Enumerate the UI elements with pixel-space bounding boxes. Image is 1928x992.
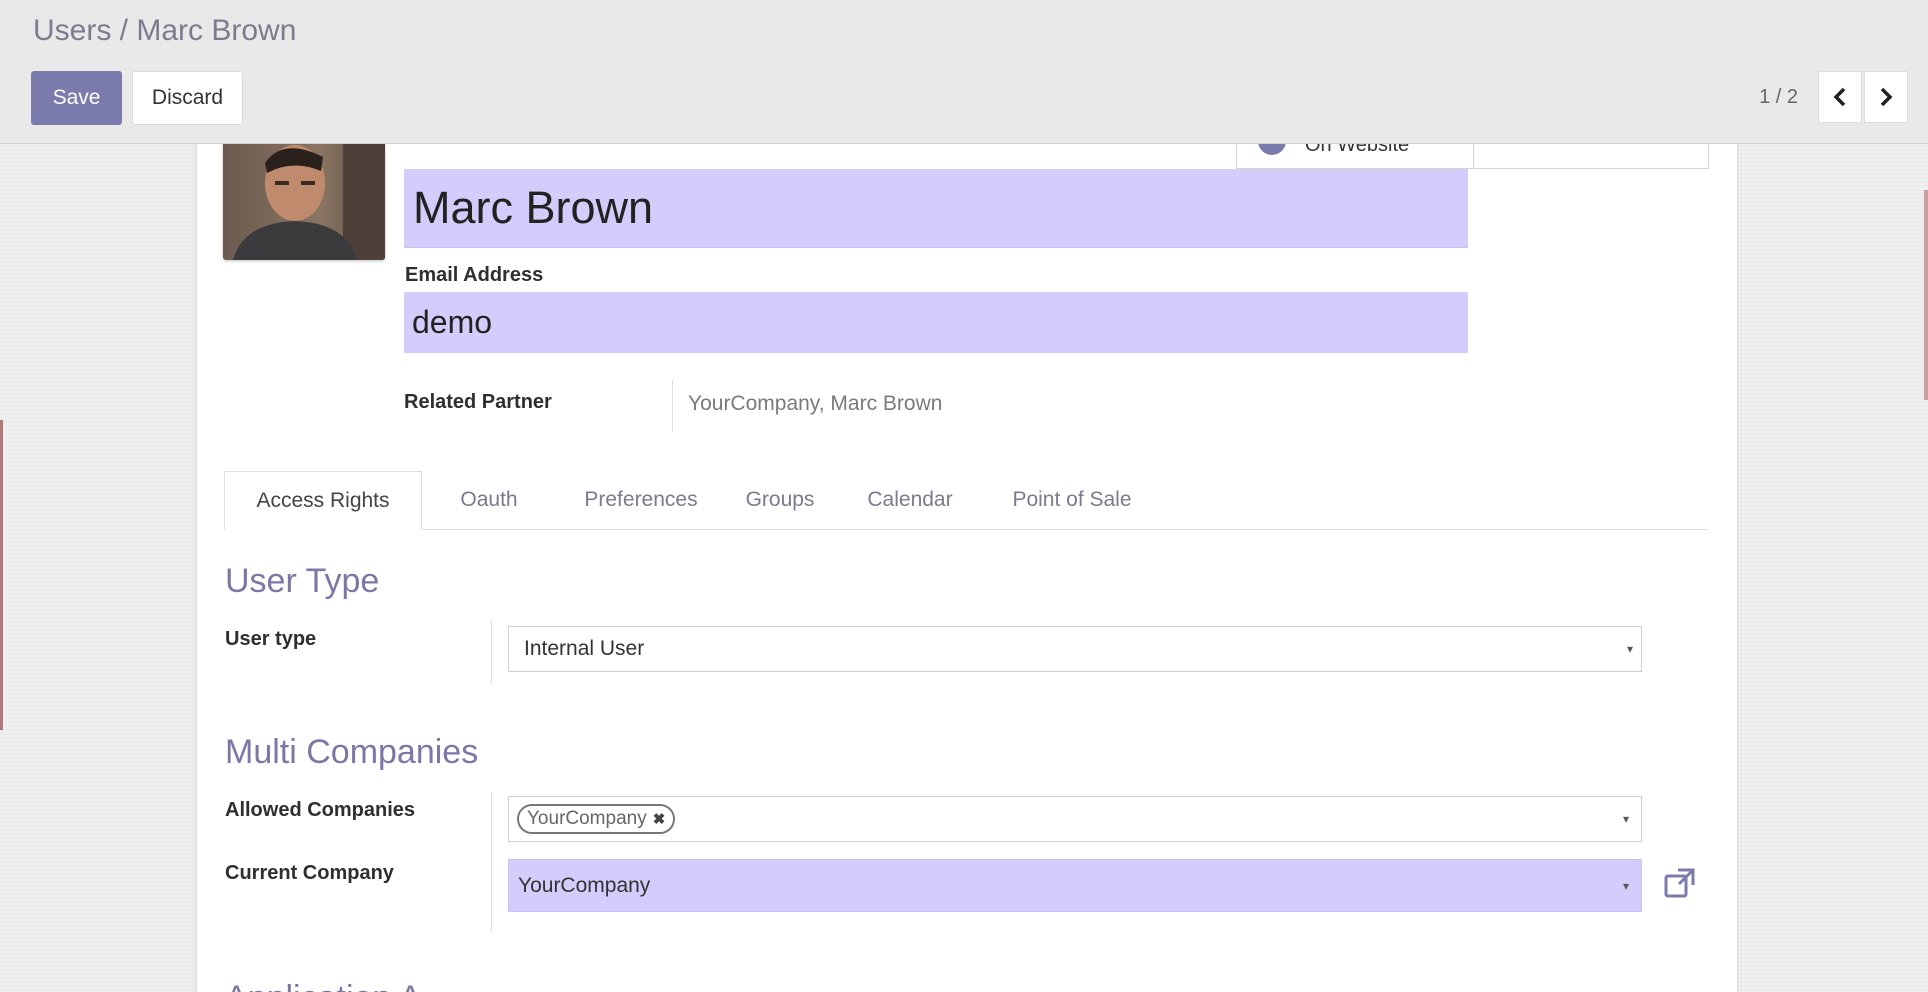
company-tag-label: YourCompany — [527, 808, 647, 829]
avatar[interactable] — [223, 143, 385, 260]
field-separator — [672, 380, 673, 432]
allowed-companies-label: Allowed Companies — [225, 799, 416, 821]
user-type-value: Internal User — [524, 637, 645, 660]
notebook-tabs: Access Rights Oauth Preferences Groups C… — [224, 471, 1708, 530]
related-partner-label: Related Partner — [404, 391, 552, 413]
tab-calendar[interactable]: Calendar — [836, 471, 984, 529]
breadcrumb[interactable]: Users / Marc Brown — [33, 14, 296, 48]
chevron-left-icon — [1833, 87, 1846, 107]
user-type-label: User type — [225, 628, 317, 650]
field-separator — [491, 620, 492, 684]
control-panel: Users / Marc Brown Save Discard 1 / 2 — [0, 0, 1928, 144]
tab-preferences[interactable]: Preferences — [554, 471, 728, 529]
save-button[interactable]: Save — [31, 71, 122, 125]
tab-point-of-sale[interactable]: Point of Sale — [984, 471, 1160, 529]
current-company-select[interactable]: YourCompany ▾ — [508, 859, 1642, 912]
application-section-title-partial: Application A — [225, 976, 422, 992]
left-edge-accent — [0, 420, 3, 730]
dropdown-caret-icon: ▾ — [1622, 878, 1629, 893]
tab-groups[interactable]: Groups — [722, 471, 838, 529]
discard-button[interactable]: Discard — [132, 71, 243, 125]
tab-oauth[interactable]: Oauth — [440, 471, 538, 529]
company-tag[interactable]: YourCompany ✖ — [517, 804, 676, 834]
dropdown-caret-icon: ▾ — [1622, 812, 1629, 826]
email-label: Email Address — [405, 264, 544, 286]
tab-access-rights[interactable]: Access Rights — [224, 471, 422, 530]
current-company-value: YourCompany — [518, 873, 651, 897]
email-field[interactable]: demo — [404, 292, 1468, 353]
user-photo — [223, 143, 385, 260]
dropdown-caret-icon: ▾ — [1626, 642, 1633, 656]
user-type-select[interactable]: Internal User ▾ — [508, 626, 1642, 672]
external-link-icon[interactable] — [1662, 866, 1698, 902]
pager-next-button[interactable] — [1864, 71, 1908, 123]
current-company-label: Current Company — [225, 862, 394, 884]
chevron-right-icon — [1880, 87, 1893, 107]
multi-companies-section-title: Multi Companies — [225, 733, 479, 771]
allowed-companies-field[interactable]: YourCompany ✖ ▾ — [508, 796, 1642, 842]
right-edge-accent — [1924, 190, 1928, 400]
user-type-section-title: User Type — [225, 562, 380, 600]
remove-tag-icon[interactable]: ✖ — [653, 810, 666, 828]
field-separator — [491, 792, 492, 932]
related-partner-link[interactable]: YourCompany, Marc Brown — [688, 392, 942, 416]
pager-previous-button[interactable] — [1818, 71, 1862, 123]
name-field[interactable]: Marc Brown — [404, 169, 1468, 248]
pager-value: 1 / 2 — [1759, 86, 1798, 108]
